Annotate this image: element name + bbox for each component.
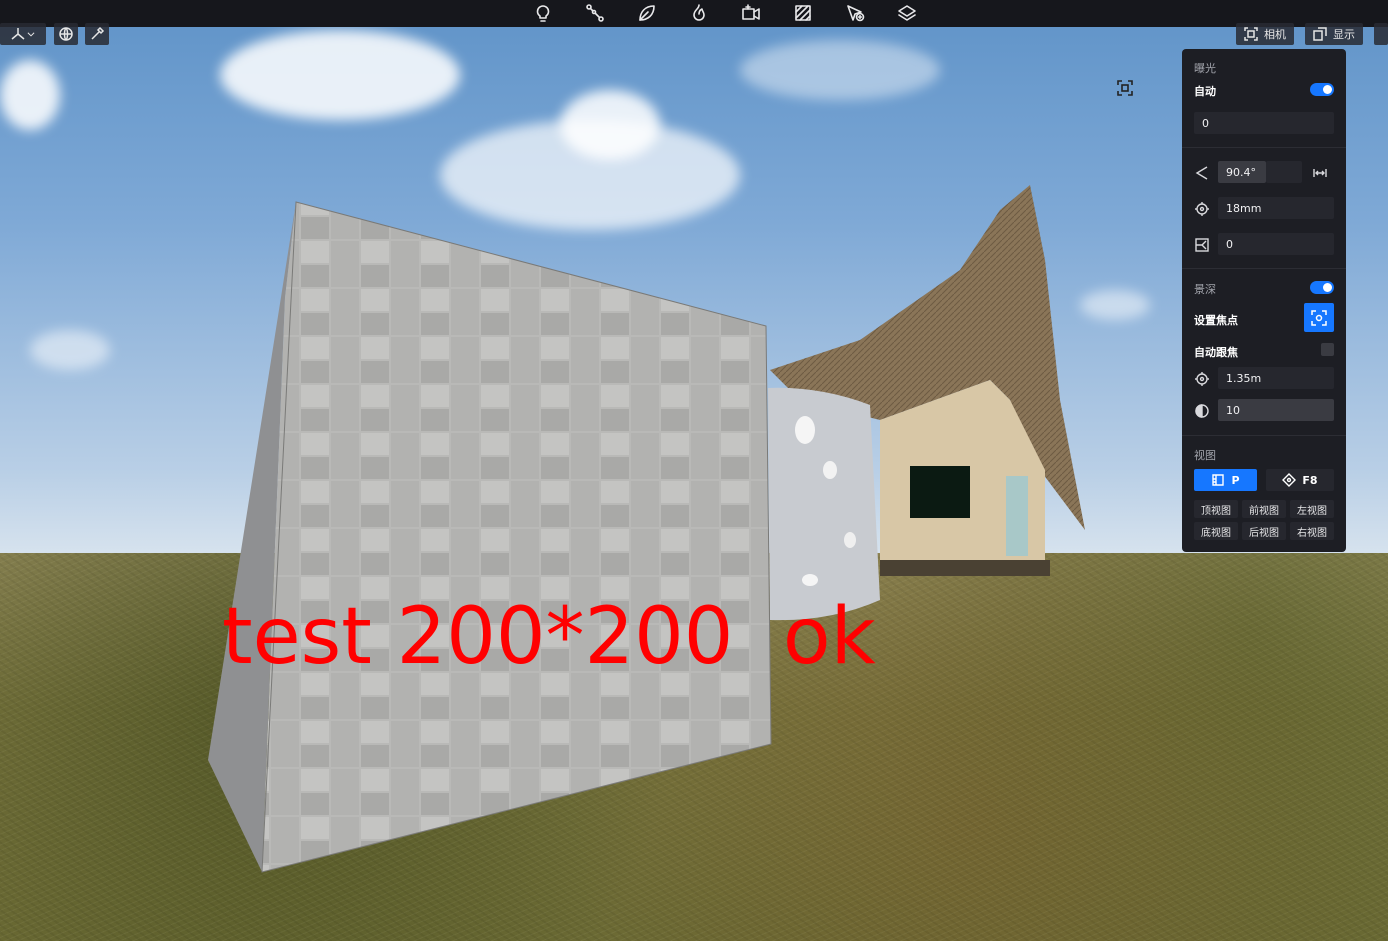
leaf-icon[interactable] bbox=[635, 2, 659, 24]
angle-icon bbox=[1194, 165, 1210, 181]
flame-icon[interactable] bbox=[687, 2, 711, 24]
texture-pattern-icon[interactable] bbox=[791, 2, 815, 24]
front-view-button[interactable]: 前视图 bbox=[1242, 500, 1286, 518]
stone-cube-front bbox=[262, 202, 771, 872]
back-view-button[interactable]: 后视图 bbox=[1242, 522, 1286, 540]
chevron-down-icon bbox=[27, 32, 35, 37]
perspective-label: P bbox=[1231, 473, 1240, 487]
set-focus-button[interactable] bbox=[1304, 303, 1334, 332]
left-view-button[interactable]: 左视图 bbox=[1290, 500, 1334, 518]
camera-button[interactable]: 相机 bbox=[1236, 23, 1294, 45]
overlay-test-text: test 200*200 ok bbox=[222, 592, 876, 682]
display-button[interactable]: 显示 bbox=[1305, 23, 1363, 45]
focus-distance-icon bbox=[1194, 371, 1210, 387]
aperture-icon bbox=[1194, 403, 1210, 419]
focal-length-field[interactable]: 18mm bbox=[1218, 197, 1334, 219]
exposure-value-field[interactable]: 0 bbox=[1194, 112, 1334, 134]
right-view-button[interactable]: 右视图 bbox=[1290, 522, 1334, 540]
3d-viewport[interactable]: test 200*200 ok bbox=[0, 0, 1388, 941]
fov-field-extension bbox=[1266, 161, 1302, 183]
globe-icon[interactable] bbox=[54, 23, 78, 45]
focus-distance-field[interactable]: 1.35m bbox=[1218, 367, 1334, 389]
dof-title: 景深 bbox=[1194, 283, 1216, 296]
auto-focus-label: 自动跟焦 bbox=[1194, 346, 1238, 359]
house-window bbox=[910, 466, 970, 518]
display-label: 显示 bbox=[1333, 28, 1355, 41]
path-nodes-icon[interactable] bbox=[583, 2, 607, 24]
bottom-view-button[interactable]: 底视图 bbox=[1194, 522, 1238, 540]
auto-exposure-label: 自动 bbox=[1194, 85, 1216, 98]
display-icon bbox=[1313, 27, 1327, 41]
eyedropper-icon[interactable] bbox=[85, 23, 109, 45]
fly-mode-button[interactable]: F8 bbox=[1266, 469, 1334, 491]
video-camera-icon[interactable] bbox=[739, 2, 763, 24]
rotation-field[interactable]: 0 bbox=[1218, 233, 1334, 255]
field-width-icon[interactable] bbox=[1312, 165, 1328, 181]
focal-target-icon bbox=[1194, 201, 1210, 217]
axis-icon bbox=[11, 28, 25, 40]
camera-label: 相机 bbox=[1264, 28, 1286, 41]
more-button[interactable] bbox=[1374, 23, 1388, 45]
set-focus-label: 设置焦点 bbox=[1194, 314, 1238, 327]
fullscreen-icon[interactable] bbox=[1117, 80, 1133, 96]
terrazzo-cylinder bbox=[768, 387, 880, 621]
dof-toggle[interactable] bbox=[1310, 281, 1334, 294]
view-title: 视图 bbox=[1194, 449, 1216, 462]
auto-focus-checkbox[interactable] bbox=[1321, 343, 1334, 356]
camera-frame-icon bbox=[1244, 27, 1258, 41]
perspective-icon bbox=[1212, 474, 1225, 486]
rotation-icon bbox=[1194, 237, 1210, 253]
cursor-add-icon[interactable] bbox=[843, 2, 867, 24]
transform-mode-dropdown[interactable] bbox=[0, 23, 46, 45]
fov-field[interactable]: 90.4° bbox=[1218, 161, 1266, 183]
top-view-button[interactable]: 顶视图 bbox=[1194, 500, 1238, 518]
exposure-title: 曝光 bbox=[1194, 62, 1216, 75]
top-toolbar bbox=[0, 0, 1388, 27]
light-bulb-icon[interactable] bbox=[531, 2, 555, 24]
auto-exposure-toggle[interactable] bbox=[1310, 83, 1334, 96]
layers-icon[interactable] bbox=[895, 2, 919, 24]
aperture-field[interactable]: 10 bbox=[1218, 399, 1334, 421]
focus-frame-icon bbox=[1311, 309, 1327, 326]
house-door bbox=[1006, 476, 1028, 556]
camera-settings-panel: 曝光 自动 0 90.4° 18mm 0 景深 设置焦点 自动跟焦 1.35m … bbox=[1182, 49, 1346, 552]
fly-mode-label: F8 bbox=[1302, 473, 1318, 487]
perspective-button[interactable]: P bbox=[1194, 469, 1257, 491]
scene-objects bbox=[208, 185, 1085, 873]
fly-icon bbox=[1282, 473, 1297, 487]
